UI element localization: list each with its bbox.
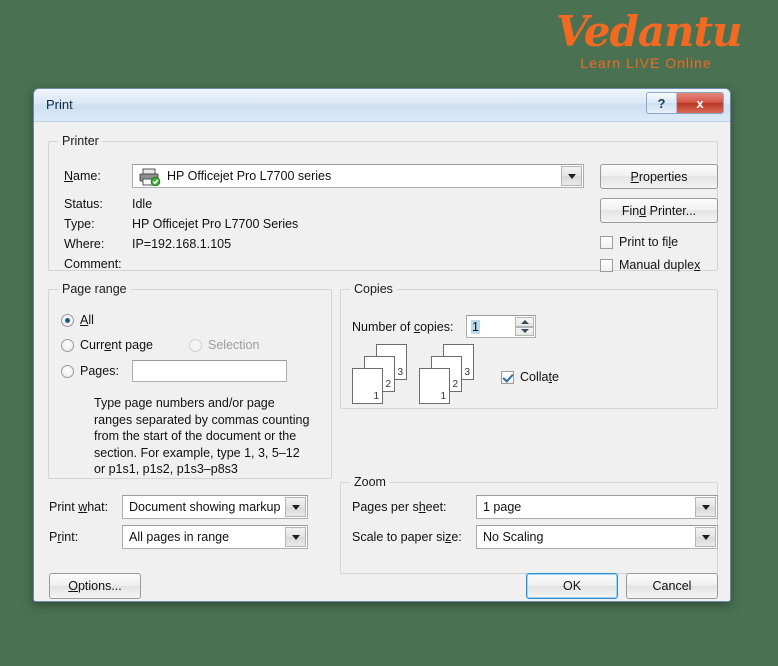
logo-wordmark: Vedantu [556, 7, 743, 56]
copies-spinner-up[interactable] [515, 317, 534, 327]
vedantu-logo: Vedantu Learn LIVE Online [556, 7, 743, 82]
collate-label: Collate [520, 370, 559, 384]
radio-mark [189, 338, 202, 352]
copies-group-legend: Copies [350, 282, 397, 296]
number-of-copies-input[interactable]: 1 [466, 315, 536, 338]
print-combo[interactable]: All pages in range [122, 525, 308, 549]
collate-illustration-stack-2: 3 2 1 [419, 344, 485, 406]
help-button[interactable]: ? [647, 93, 677, 113]
pages-per-sheet-combo[interactable]: 1 page [476, 495, 718, 519]
copies-spinner-down[interactable] [515, 326, 534, 336]
chevron-down-icon [567, 173, 576, 179]
radio-mark [61, 364, 74, 378]
scale-to-paper-size-label: Scale to paper size: [352, 530, 462, 544]
page-sheet: 1 [352, 368, 383, 404]
dialog-title: Print [46, 97, 73, 112]
caret-up-icon [520, 319, 529, 324]
chevron-down-icon [291, 534, 300, 540]
scale-to-paper-size-value: No Scaling [483, 530, 544, 544]
pages-per-sheet-dropdown-button[interactable] [695, 497, 716, 517]
print-to-file-checkbox[interactable]: Print to file [600, 235, 678, 249]
scale-to-paper-size-combo[interactable]: No Scaling [476, 525, 718, 549]
collate-checkbox[interactable]: Collate [501, 370, 559, 384]
logo-tagline: Learn LIVE Online [580, 55, 712, 71]
printer-type-value: HP Officejet Pro L7700 Series [132, 217, 299, 231]
page-range-help-text: Type page numbers and/or page ranges sep… [94, 396, 310, 476]
checkbox-mark [600, 258, 613, 272]
radio-mark [61, 338, 74, 352]
print-label: Print: [49, 530, 79, 544]
options-button[interactable]: Options... [49, 573, 141, 599]
manual-duplex-checkbox[interactable]: Manual duplex [600, 258, 700, 272]
printer-name-label: Name: [64, 169, 101, 183]
checkbox-mark [501, 370, 514, 384]
print-what-combo[interactable]: Document showing markup [122, 495, 308, 519]
cancel-button-label: Cancel [652, 579, 692, 593]
print-value: All pages in range [129, 530, 230, 544]
page-range-group-legend: Page range [58, 282, 131, 296]
page-sheet: 1 [419, 368, 450, 404]
checkbox-mark [600, 235, 613, 249]
print-what-value: Document showing markup [129, 500, 281, 514]
printer-name-combo[interactable]: HP Officejet Pro L7700 series [132, 164, 584, 188]
manual-duplex-label: Manual duplex [619, 258, 701, 272]
chevron-down-icon [701, 504, 710, 510]
print-dialog: Print ? x Printer Name: HP Officejet Pro… [33, 88, 731, 602]
options-button-label: Options... [68, 579, 122, 593]
number-of-copies-label: Number of copies: [352, 320, 454, 334]
collate-illustration-stack-1: 3 2 1 [352, 344, 418, 406]
page-range-pages-label: Pages: [80, 364, 119, 378]
zoom-group-legend: Zoom [350, 475, 390, 489]
ok-button-label: OK [562, 579, 582, 593]
page-range-selection-radio: Selection [189, 338, 259, 352]
printer-type-label: Type: [64, 217, 95, 231]
print-to-file-label: Print to file [619, 235, 679, 249]
find-printer-button[interactable]: Find Printer... [600, 198, 718, 223]
chevron-down-icon [291, 504, 300, 510]
page-range-all-label: All [80, 313, 94, 327]
radio-mark [61, 313, 74, 327]
page-range-selection-label: Selection [208, 338, 260, 352]
print-what-dropdown-button[interactable] [285, 497, 306, 517]
properties-button-label: Properties [630, 169, 688, 184]
pages-input[interactable] [132, 360, 287, 382]
printer-comment-label: Comment: [64, 257, 122, 271]
page-range-all-radio[interactable]: All [61, 313, 94, 327]
cancel-button[interactable]: Cancel [626, 573, 718, 599]
page-range-current-page-label: Current page [80, 338, 153, 352]
window-controls: ? x [646, 92, 724, 114]
printer-status-value: Idle [132, 197, 153, 211]
find-printer-button-label: Find Printer... [621, 203, 697, 218]
page-range-pages-radio[interactable]: Pages: [61, 364, 119, 378]
pages-per-sheet-label: Pages per sheet: [352, 500, 447, 514]
pages-per-sheet-value: 1 page [483, 500, 522, 514]
printer-status-label: Status: [64, 197, 103, 211]
printer-group-legend: Printer [58, 134, 103, 148]
print-what-label: Print what: [49, 500, 109, 514]
print-dropdown-button[interactable] [285, 527, 306, 547]
printer-name-value: HP Officejet Pro L7700 series [167, 169, 332, 183]
number-of-copies-value: 1 [471, 319, 480, 334]
caret-down-icon [520, 329, 529, 334]
dialog-body: Printer Name: HP Officejet Pro L7700 ser… [34, 122, 730, 601]
printer-ready-icon [139, 168, 161, 186]
printer-where-value: IP=192.168.1.105 [132, 237, 232, 251]
chevron-down-icon [701, 534, 710, 540]
close-icon[interactable]: x [677, 93, 723, 113]
copies-spinner[interactable] [515, 317, 534, 336]
scale-dropdown-button[interactable] [695, 527, 716, 547]
printer-name-dropdown-button[interactable] [561, 166, 582, 186]
dialog-titlebar: Print ? x [34, 89, 730, 122]
printer-where-label: Where: [64, 237, 105, 251]
properties-button[interactable]: Properties [600, 164, 718, 189]
page-range-current-page-radio[interactable]: Current page [61, 338, 153, 352]
ok-button[interactable]: OK [526, 573, 618, 599]
